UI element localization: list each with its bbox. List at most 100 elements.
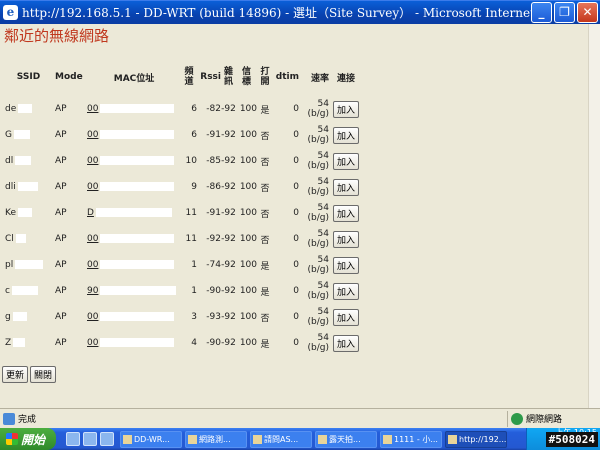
globe-icon <box>511 412 523 425</box>
window-icon <box>123 434 132 444</box>
rssi-cell: -86 <box>206 182 221 192</box>
dtim-cell: 0 <box>293 130 299 140</box>
mac-link[interactable]: 90 <box>87 286 177 296</box>
rssi-cell: -93 <box>206 312 221 322</box>
taskbar-item[interactable]: 網路測... <box>185 430 247 448</box>
join-button[interactable]: 加入 <box>332 152 359 170</box>
taskbar-item[interactable]: 1111 - 小... <box>380 430 442 448</box>
dtim-cell: 0 <box>293 312 299 322</box>
noise-cell: -92 <box>221 156 236 166</box>
signal-cell: 100 <box>239 260 257 270</box>
join-cell: 加入 <box>329 304 363 330</box>
noise-cell: -92 <box>221 338 236 348</box>
window-icon <box>188 434 197 444</box>
media-player-icon[interactable] <box>100 432 114 446</box>
rssi-cell: -82 <box>206 104 221 114</box>
join-button[interactable]: 加入 <box>332 256 359 274</box>
ssid-cell: pl <box>2 252 55 278</box>
join-button[interactable]: 加入 <box>332 308 359 326</box>
word-icon[interactable] <box>66 432 80 446</box>
mac-link[interactable]: D <box>87 208 172 218</box>
ssid-cell: Z <box>2 330 55 356</box>
rate-cell: 54 (b/g) <box>307 177 329 197</box>
taskbar-item[interactable]: 露天拍... <box>315 430 377 448</box>
open-cell: 是 <box>260 339 270 350</box>
join-button[interactable]: 加入 <box>332 126 359 144</box>
mac-link[interactable]: 00 <box>87 156 175 166</box>
redaction-mask <box>100 104 175 113</box>
channel-cell: 1 <box>191 286 197 296</box>
mac-link[interactable]: 00 <box>87 260 175 270</box>
rate-cell: 54 (b/g) <box>307 281 329 301</box>
vertical-scrollbar[interactable] <box>588 24 600 408</box>
ssid-cell: dl <box>2 148 55 174</box>
rate-cell: 54 (b/g) <box>307 125 329 145</box>
mac-link[interactable]: 00 <box>87 104 175 114</box>
ssid-cell: de <box>2 96 55 122</box>
open-cell: 是 <box>260 105 270 116</box>
close-window-button[interactable]: ✕ <box>577 2 598 23</box>
table-row: dli AP 00 9 -86 -92 100 否 0 54 (b/g) 加入 <box>2 174 363 200</box>
start-button[interactable]: 開始 <box>0 428 56 450</box>
rate-cell: 54 (b/g) <box>307 255 329 275</box>
channel-cell: 11 <box>185 208 197 218</box>
noise-cell: -92 <box>221 130 236 140</box>
redaction-mask <box>17 182 38 191</box>
status-bar: 完成 網際網路 <box>0 408 600 428</box>
redaction-mask <box>100 338 175 347</box>
mac-link[interactable]: 00 <box>87 312 175 322</box>
table-row: G AP 00 6 -91 -92 100 否 0 54 (b/g) 加入 <box>2 122 363 148</box>
ie-icon: e <box>3 5 18 20</box>
header-join: 連接 <box>336 73 355 84</box>
mac-link[interactable]: 00 <box>87 130 175 140</box>
mode-cell: AP <box>55 234 67 244</box>
mode-cell: AP <box>55 338 67 348</box>
ssid-cell: c <box>2 278 55 304</box>
join-cell: 加入 <box>329 278 363 304</box>
watermark: #508024 <box>545 432 598 447</box>
status-text: 完成 <box>18 415 37 425</box>
header-open: 打開 <box>260 67 270 87</box>
close-button[interactable]: 關閉 <box>30 366 57 383</box>
signal-cell: 100 <box>239 156 257 166</box>
join-button[interactable]: 加入 <box>332 204 359 222</box>
join-button[interactable]: 加入 <box>332 178 359 196</box>
quick-launch <box>66 432 114 446</box>
rssi-cell: -91 <box>206 130 221 140</box>
redaction-mask <box>100 312 175 321</box>
channel-cell: 1 <box>191 260 197 270</box>
dtim-cell: 0 <box>293 156 299 166</box>
header-ssid: SSID <box>16 72 41 82</box>
maximize-button[interactable]: ❐ <box>554 2 575 23</box>
open-cell: 否 <box>260 313 270 324</box>
mode-cell: AP <box>55 130 67 140</box>
minimize-button[interactable]: _ <box>531 2 552 23</box>
join-button[interactable]: 加入 <box>332 230 359 248</box>
table-row: c AP 90 1 -90 -92 100 是 0 54 (b/g) 加入 <box>2 278 363 304</box>
join-cell: 加入 <box>329 330 363 356</box>
taskbar-item[interactable]: DD-WR... <box>120 430 182 448</box>
ie-quicklaunch-icon[interactable] <box>83 432 97 446</box>
mac-cell: 00 <box>87 252 181 278</box>
dtim-cell: 0 <box>293 104 299 114</box>
mac-link[interactable]: 00 <box>87 182 175 192</box>
taskbar-item[interactable]: 請問AS... <box>250 430 312 448</box>
table-header-row: SSID Mode MAC位址 頻道 Rssi 雜訊 信標 打開 dtim 速率… <box>2 58 363 96</box>
join-button[interactable]: 加入 <box>332 334 359 352</box>
join-button[interactable]: 加入 <box>332 100 359 118</box>
rssi-cell: -90 <box>206 286 221 296</box>
join-button[interactable]: 加入 <box>332 282 359 300</box>
table-row: Cl AP 00 11 -92 -92 100 否 0 54 (b/g) 加入 <box>2 226 363 252</box>
join-cell: 加入 <box>329 200 363 226</box>
mac-link[interactable]: 00 <box>87 234 175 244</box>
mac-link[interactable]: 00 <box>87 338 175 348</box>
dtim-cell: 0 <box>293 182 299 192</box>
taskbar-item-active[interactable]: http://192... <box>445 430 507 448</box>
open-cell: 是 <box>260 287 270 298</box>
window-title: http://192.168.5.1 - DD-WRT (build 14896… <box>22 6 531 20</box>
noise-cell: -92 <box>221 234 236 244</box>
noise-cell: -92 <box>221 182 236 192</box>
window-icon <box>253 434 262 444</box>
header-channel: 頻道 <box>184 67 194 87</box>
refresh-button[interactable]: 更新 <box>2 366 29 383</box>
